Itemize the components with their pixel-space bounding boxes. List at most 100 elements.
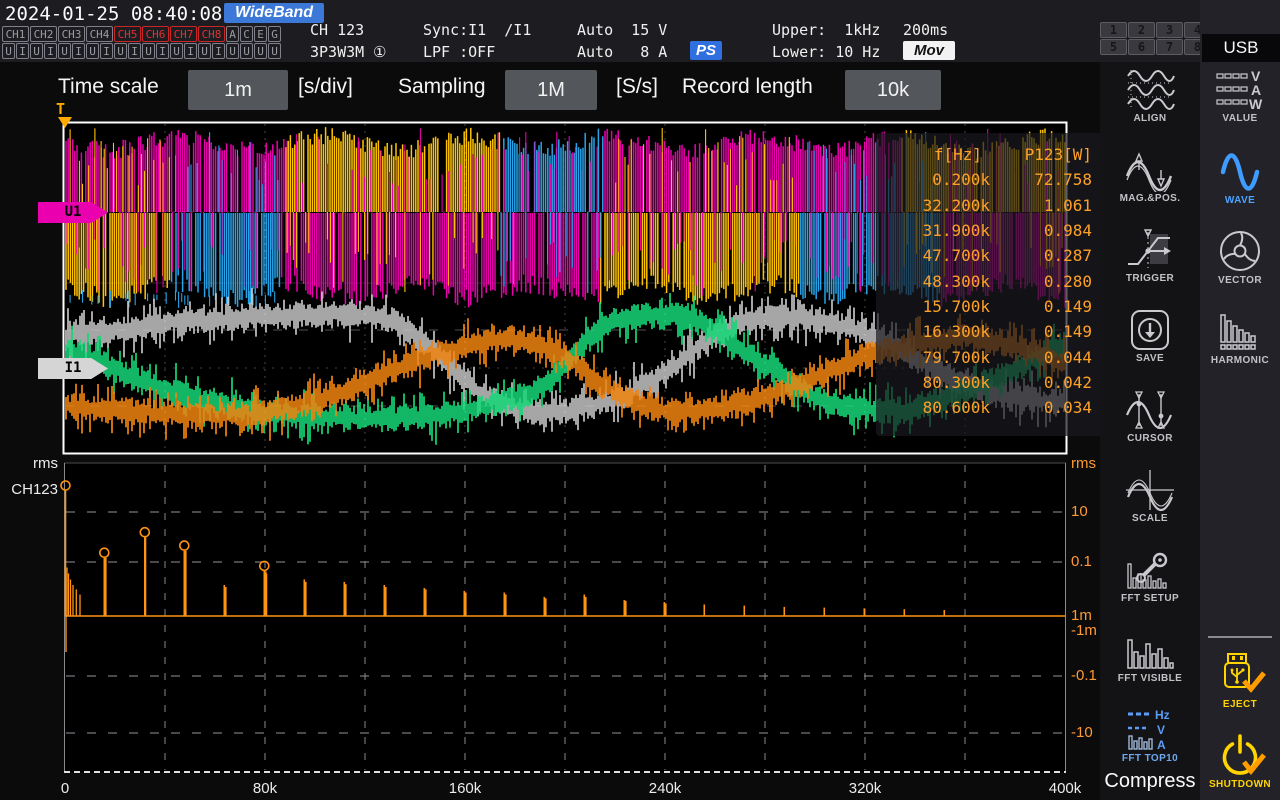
channel-box-e: E	[254, 26, 267, 42]
top10-header-row: f[Hz]P123[W]	[876, 142, 1102, 167]
status-bar: 2024-01-25 08:40:08 WideBand CH1CH2CH3CH…	[0, 0, 1280, 62]
coupling-box-13: I	[184, 43, 197, 59]
page-button-5[interactable]: 5	[1100, 39, 1127, 55]
top10-row-7: 79.700k0.044	[876, 344, 1102, 369]
trigger-marker-label[interactable]: T	[56, 100, 65, 118]
sidebar-item-eject[interactable]: EJECT	[1200, 652, 1280, 710]
top10-power: 1.061	[990, 196, 1102, 215]
top10-power: 0.034	[990, 398, 1102, 417]
coupling-box-5: I	[72, 43, 85, 59]
align-icon	[1124, 68, 1176, 112]
coupling-box-12: U	[170, 43, 183, 59]
page-button-6[interactable]: 6	[1128, 39, 1155, 55]
wiring-page: ①	[373, 43, 386, 61]
sidebar-item-fft-visible[interactable]: FFT VISIBLE	[1100, 628, 1200, 684]
sidebar-item-trigger[interactable]: TRIGGER	[1100, 228, 1200, 284]
eject-usb-icon	[1214, 652, 1266, 698]
cursor-icon	[1124, 388, 1176, 432]
page-button-3[interactable]: 3	[1156, 22, 1183, 38]
sidebar-item-save[interactable]: SAVE	[1100, 308, 1200, 364]
coupling-box-10: U	[142, 43, 155, 59]
top10-power: 0.280	[990, 272, 1102, 291]
top10-row-5: 15.700k0.149	[876, 294, 1102, 319]
top10-row-3: 47.700k0.287	[876, 243, 1102, 268]
wideband-badge: WideBand	[224, 3, 324, 23]
channel-box-ch8: CH8	[198, 26, 225, 42]
channel-box-ch7: CH7	[170, 26, 197, 42]
top10-freq: 79.700k	[876, 348, 990, 367]
voltage-range: Auto 15 V	[577, 21, 667, 39]
sidebar-item-fft-top10[interactable]: Hz V A FFT TOP10	[1100, 708, 1200, 764]
compress-label: Compress	[1100, 770, 1200, 793]
usb-status: USB	[1202, 34, 1280, 62]
channel-box-a: A	[226, 26, 239, 42]
sync-source: Sync:I1 /I1	[423, 21, 531, 39]
page-buttons: 12345678	[1100, 22, 1211, 55]
mag-pos-icon	[1124, 148, 1176, 192]
current-range: Auto 8 A	[577, 43, 667, 61]
fft-x-tick-240k: 240k	[649, 780, 682, 797]
fft-x-tick-0: 0	[61, 780, 69, 797]
top10-row-2: 31.900k0.984	[876, 218, 1102, 243]
sidebar-item-shutdown[interactable]: SHUTDOWN	[1200, 732, 1280, 790]
top10-power: 0.287	[990, 246, 1102, 265]
update-interval: 200ms	[903, 21, 948, 39]
fft-setup-icon	[1124, 548, 1176, 592]
top10-row-4: 48.300k0.280	[876, 268, 1102, 293]
coupling-box-7: I	[100, 43, 113, 59]
channel-box-g: G	[268, 26, 281, 42]
sidebar-item-align[interactable]: ALIGN	[1100, 68, 1200, 124]
page-button-7[interactable]: 7	[1156, 39, 1183, 55]
fft-visible-icon	[1124, 628, 1176, 672]
top10-row-8: 80.300k0.042	[876, 370, 1102, 395]
channel-box-ch3: CH3	[58, 26, 85, 42]
fft-x-tick-80k: 80k	[253, 780, 277, 797]
coupling-box-9: I	[128, 43, 141, 59]
coupling-box-1: I	[16, 43, 29, 59]
sidebar-item-value[interactable]: V A W VALUE	[1200, 68, 1280, 124]
fft-x-tick-400k: 400k	[1049, 780, 1082, 797]
coupling-box-17: U	[240, 43, 253, 59]
coupling-box-6: U	[86, 43, 99, 59]
datetime: 2024-01-25 08:40:08	[5, 3, 222, 25]
page-button-1[interactable]: 1	[1100, 22, 1127, 38]
vector-icon	[1214, 228, 1266, 274]
page-button-2[interactable]: 2	[1128, 22, 1155, 38]
scale-icon	[1124, 468, 1176, 512]
channel-group: CH 123	[310, 21, 364, 39]
sidebar-item-mag-pos[interactable]: MAG.&POS.	[1100, 148, 1200, 204]
channel-box-ch5: CH5	[114, 26, 141, 42]
instrument-screen: 2024-01-25 08:40:08 WideBand CH1CH2CH3CH…	[0, 0, 1280, 800]
fft-x-tick-320k: 320k	[849, 780, 882, 797]
mov-badge: Mov	[903, 41, 955, 60]
fft-top10-table: f[Hz]P123[W]0.200k72.75832.200k1.06131.9…	[876, 133, 1102, 436]
top10-freq: 15.700k	[876, 297, 990, 316]
top10-power: 0.984	[990, 221, 1102, 240]
top10-power: 0.044	[990, 348, 1102, 367]
wiring-mode: 3P3W3M	[310, 43, 364, 61]
sidebar-item-scale[interactable]: SCALE	[1100, 468, 1200, 524]
coupling-box-3: I	[44, 43, 57, 59]
sidebar-item-wave[interactable]: WAVE	[1200, 148, 1280, 206]
sidebar-item-vector[interactable]: VECTOR	[1200, 228, 1280, 286]
top10-col1-header: f[Hz]	[876, 145, 990, 164]
svg-text:V: V	[1157, 723, 1165, 737]
value-icon: V A W	[1215, 68, 1265, 112]
sidebar-item-fft-setup[interactable]: FFT SETUP	[1100, 548, 1200, 604]
sidebar-item-harmonic[interactable]: HARMONIC	[1200, 308, 1280, 366]
svg-text:Hz: Hz	[1155, 708, 1170, 722]
fft-x-tick-160k: 160k	[449, 780, 482, 797]
coupling-box-18: U	[254, 43, 267, 59]
svg-text:A: A	[1157, 738, 1166, 752]
top10-freq: 0.200k	[876, 170, 990, 189]
top10-row-6: 16.300k0.149	[876, 319, 1102, 344]
trigger-marker-icon[interactable]	[58, 117, 72, 128]
top10-freq: 32.200k	[876, 196, 990, 215]
sidebar-item-cursor[interactable]: CURSOR	[1100, 388, 1200, 444]
channel-box-ch2: CH2	[30, 26, 57, 42]
lpf-setting: LPF :OFF	[423, 43, 495, 61]
top10-freq: 80.300k	[876, 373, 990, 392]
lower-freq: Lower: 10 Hz	[772, 43, 880, 61]
top10-row-9: 80.600k0.034	[876, 395, 1102, 420]
shutdown-power-icon	[1214, 732, 1266, 778]
